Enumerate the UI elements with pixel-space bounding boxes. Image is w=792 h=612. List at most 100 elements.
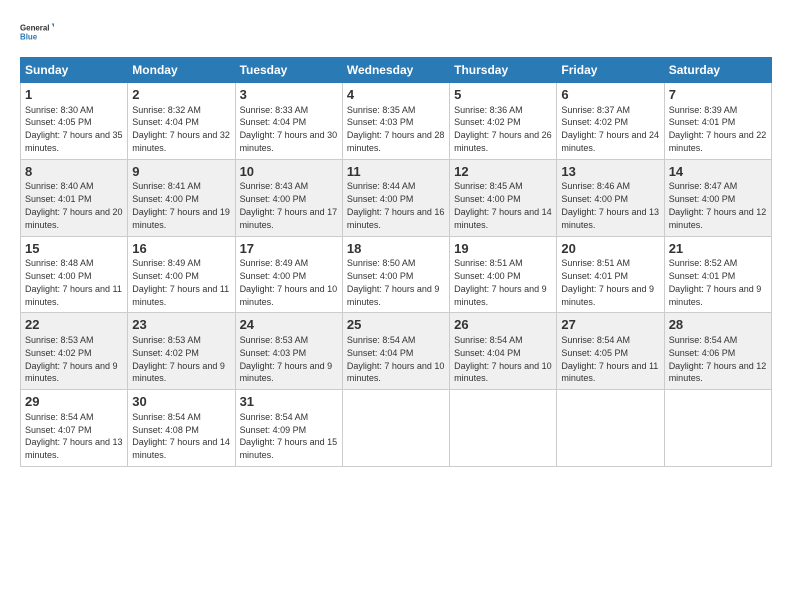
cell-content: Sunrise: 8:32 AMSunset: 4:04 PMDaylight:…: [132, 105, 230, 153]
calendar-cell: [342, 390, 449, 467]
day-number: 9: [132, 163, 230, 181]
calendar-cell: 31 Sunrise: 8:54 AMSunset: 4:09 PMDaylig…: [235, 390, 342, 467]
cell-content: Sunrise: 8:54 AMSunset: 4:07 PMDaylight:…: [25, 412, 123, 460]
calendar-cell: [450, 390, 557, 467]
cell-content: Sunrise: 8:46 AMSunset: 4:00 PMDaylight:…: [561, 181, 659, 229]
week-row-1: 1 Sunrise: 8:30 AMSunset: 4:05 PMDayligh…: [21, 83, 772, 160]
day-number: 10: [240, 163, 338, 181]
week-row-2: 8 Sunrise: 8:40 AMSunset: 4:01 PMDayligh…: [21, 159, 772, 236]
day-number: 14: [669, 163, 767, 181]
day-number: 2: [132, 86, 230, 104]
cell-content: Sunrise: 8:36 AMSunset: 4:02 PMDaylight:…: [454, 105, 552, 153]
calendar-cell: 19 Sunrise: 8:51 AMSunset: 4:00 PMDaylig…: [450, 236, 557, 313]
cell-content: Sunrise: 8:54 AMSunset: 4:09 PMDaylight:…: [240, 412, 338, 460]
cell-content: Sunrise: 8:54 AMSunset: 4:08 PMDaylight:…: [132, 412, 230, 460]
calendar-cell: 25 Sunrise: 8:54 AMSunset: 4:04 PMDaylig…: [342, 313, 449, 390]
week-row-4: 22 Sunrise: 8:53 AMSunset: 4:02 PMDaylig…: [21, 313, 772, 390]
calendar-cell: 11 Sunrise: 8:44 AMSunset: 4:00 PMDaylig…: [342, 159, 449, 236]
day-number: 30: [132, 393, 230, 411]
week-row-3: 15 Sunrise: 8:48 AMSunset: 4:00 PMDaylig…: [21, 236, 772, 313]
day-header-saturday: Saturday: [664, 58, 771, 83]
day-number: 18: [347, 240, 445, 258]
calendar-cell: 12 Sunrise: 8:45 AMSunset: 4:00 PMDaylig…: [450, 159, 557, 236]
calendar-cell: 20 Sunrise: 8:51 AMSunset: 4:01 PMDaylig…: [557, 236, 664, 313]
day-number: 25: [347, 316, 445, 334]
cell-content: Sunrise: 8:33 AMSunset: 4:04 PMDaylight:…: [240, 105, 338, 153]
calendar-cell: 13 Sunrise: 8:46 AMSunset: 4:00 PMDaylig…: [557, 159, 664, 236]
calendar-cell: 4 Sunrise: 8:35 AMSunset: 4:03 PMDayligh…: [342, 83, 449, 160]
day-number: 6: [561, 86, 659, 104]
day-number: 16: [132, 240, 230, 258]
cell-content: Sunrise: 8:35 AMSunset: 4:03 PMDaylight:…: [347, 105, 445, 153]
cell-content: Sunrise: 8:50 AMSunset: 4:00 PMDaylight:…: [347, 258, 440, 306]
day-header-tuesday: Tuesday: [235, 58, 342, 83]
cell-content: Sunrise: 8:43 AMSunset: 4:00 PMDaylight:…: [240, 181, 338, 229]
day-number: 28: [669, 316, 767, 334]
calendar-cell: 3 Sunrise: 8:33 AMSunset: 4:04 PMDayligh…: [235, 83, 342, 160]
day-number: 15: [25, 240, 123, 258]
day-number: 31: [240, 393, 338, 411]
calendar-cell: 5 Sunrise: 8:36 AMSunset: 4:02 PMDayligh…: [450, 83, 557, 160]
calendar-cell: 30 Sunrise: 8:54 AMSunset: 4:08 PMDaylig…: [128, 390, 235, 467]
day-number: 20: [561, 240, 659, 258]
cell-content: Sunrise: 8:37 AMSunset: 4:02 PMDaylight:…: [561, 105, 659, 153]
header: General Blue: [20, 15, 772, 49]
day-header-friday: Friday: [557, 58, 664, 83]
day-number: 7: [669, 86, 767, 104]
cell-content: Sunrise: 8:54 AMSunset: 4:05 PMDaylight:…: [561, 335, 658, 383]
day-number: 3: [240, 86, 338, 104]
day-number: 23: [132, 316, 230, 334]
page: General Blue SundayMondayTuesdayWednesda…: [0, 0, 792, 612]
calendar-cell: 27 Sunrise: 8:54 AMSunset: 4:05 PMDaylig…: [557, 313, 664, 390]
calendar-cell: 1 Sunrise: 8:30 AMSunset: 4:05 PMDayligh…: [21, 83, 128, 160]
cell-content: Sunrise: 8:49 AMSunset: 4:00 PMDaylight:…: [132, 258, 229, 306]
cell-content: Sunrise: 8:54 AMSunset: 4:04 PMDaylight:…: [454, 335, 552, 383]
day-number: 8: [25, 163, 123, 181]
calendar-cell: 16 Sunrise: 8:49 AMSunset: 4:00 PMDaylig…: [128, 236, 235, 313]
logo: General Blue: [20, 15, 54, 49]
day-number: 29: [25, 393, 123, 411]
day-number: 22: [25, 316, 123, 334]
day-number: 4: [347, 86, 445, 104]
day-header-thursday: Thursday: [450, 58, 557, 83]
cell-content: Sunrise: 8:54 AMSunset: 4:06 PMDaylight:…: [669, 335, 767, 383]
calendar-cell: 18 Sunrise: 8:50 AMSunset: 4:00 PMDaylig…: [342, 236, 449, 313]
logo-svg: General Blue: [20, 15, 54, 49]
svg-text:Blue: Blue: [20, 32, 38, 41]
calendar-cell: 28 Sunrise: 8:54 AMSunset: 4:06 PMDaylig…: [664, 313, 771, 390]
day-number: 13: [561, 163, 659, 181]
week-row-5: 29 Sunrise: 8:54 AMSunset: 4:07 PMDaylig…: [21, 390, 772, 467]
cell-content: Sunrise: 8:48 AMSunset: 4:00 PMDaylight:…: [25, 258, 122, 306]
calendar-cell: 21 Sunrise: 8:52 AMSunset: 4:01 PMDaylig…: [664, 236, 771, 313]
day-number: 11: [347, 163, 445, 181]
cell-content: Sunrise: 8:52 AMSunset: 4:01 PMDaylight:…: [669, 258, 762, 306]
day-header-monday: Monday: [128, 58, 235, 83]
cell-content: Sunrise: 8:47 AMSunset: 4:00 PMDaylight:…: [669, 181, 767, 229]
cell-content: Sunrise: 8:53 AMSunset: 4:02 PMDaylight:…: [132, 335, 225, 383]
cell-content: Sunrise: 8:54 AMSunset: 4:04 PMDaylight:…: [347, 335, 445, 383]
day-number: 21: [669, 240, 767, 258]
calendar-cell: 9 Sunrise: 8:41 AMSunset: 4:00 PMDayligh…: [128, 159, 235, 236]
day-number: 1: [25, 86, 123, 104]
cell-content: Sunrise: 8:44 AMSunset: 4:00 PMDaylight:…: [347, 181, 445, 229]
cell-content: Sunrise: 8:39 AMSunset: 4:01 PMDaylight:…: [669, 105, 767, 153]
day-number: 26: [454, 316, 552, 334]
calendar-cell: 2 Sunrise: 8:32 AMSunset: 4:04 PMDayligh…: [128, 83, 235, 160]
day-header-wednesday: Wednesday: [342, 58, 449, 83]
day-number: 17: [240, 240, 338, 258]
calendar-cell: 22 Sunrise: 8:53 AMSunset: 4:02 PMDaylig…: [21, 313, 128, 390]
calendar-cell: 23 Sunrise: 8:53 AMSunset: 4:02 PMDaylig…: [128, 313, 235, 390]
day-number: 24: [240, 316, 338, 334]
calendar-cell: [664, 390, 771, 467]
day-number: 12: [454, 163, 552, 181]
cell-content: Sunrise: 8:53 AMSunset: 4:02 PMDaylight:…: [25, 335, 118, 383]
day-number: 5: [454, 86, 552, 104]
calendar: SundayMondayTuesdayWednesdayThursdayFrid…: [20, 57, 772, 467]
cell-content: Sunrise: 8:40 AMSunset: 4:01 PMDaylight:…: [25, 181, 123, 229]
calendar-cell: 26 Sunrise: 8:54 AMSunset: 4:04 PMDaylig…: [450, 313, 557, 390]
cell-content: Sunrise: 8:53 AMSunset: 4:03 PMDaylight:…: [240, 335, 333, 383]
cell-content: Sunrise: 8:45 AMSunset: 4:00 PMDaylight:…: [454, 181, 552, 229]
calendar-cell: 15 Sunrise: 8:48 AMSunset: 4:00 PMDaylig…: [21, 236, 128, 313]
day-header-sunday: Sunday: [21, 58, 128, 83]
day-number: 19: [454, 240, 552, 258]
